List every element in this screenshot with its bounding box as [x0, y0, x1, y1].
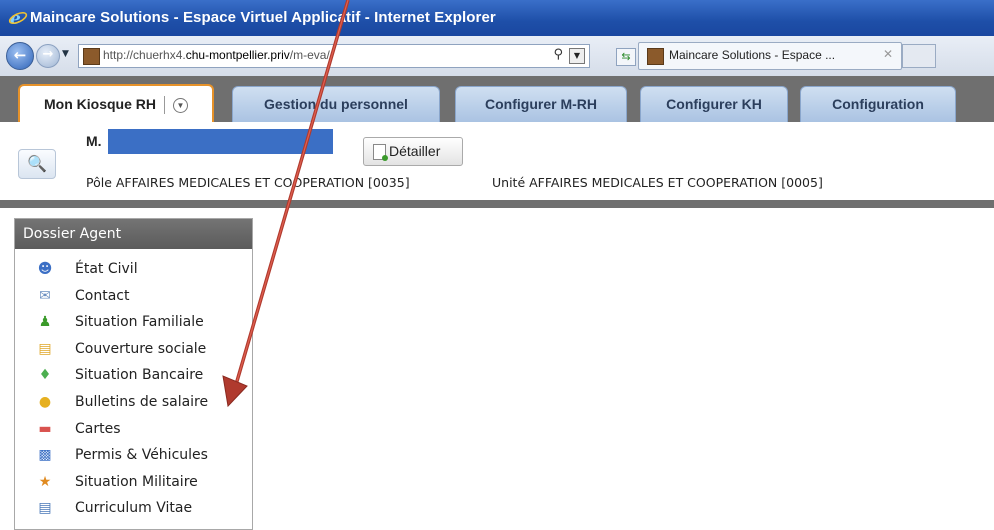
browser-address-bar: ← → ▼ http://chuerhx4.chu-montpellier.pr… [0, 36, 994, 77]
tab-favicon-icon [647, 48, 664, 65]
chevron-down-icon[interactable]: ▼ [173, 97, 188, 113]
url-dropdown-icon[interactable]: ▼ [569, 48, 585, 64]
sidebar-item-situation-familiale[interactable]: ♟ Situation Familiale [15, 310, 252, 337]
dossier-menu: ☻ État Civil ✉ Contact ♟ Situation Familial… [15, 249, 252, 523]
sidebar-item-label: Couverture sociale [75, 340, 207, 357]
window-title-bar: e Maincare Solutions - Espace Virtuel Ap… [0, 0, 994, 36]
card-icon: ▬ [38, 420, 52, 437]
details-button[interactable]: Détailler [363, 137, 463, 166]
sidebar-item-curriculum-vitae[interactable]: ▤ Curriculum Vitae [15, 496, 252, 523]
tab-label: Configuration [832, 96, 924, 112]
sidebar-item-label: Contact [75, 287, 130, 304]
sidebar-item-contact[interactable]: ✉ Contact [15, 284, 252, 311]
sidebar-item-cartes[interactable]: ▬ Cartes [15, 417, 252, 444]
sidebar-item-label: Situation Familiale [75, 314, 204, 331]
sidebar-item-label: Situation Bancaire [75, 367, 204, 384]
pole-label: Pôle AFFAIRES MEDICALES ET COOPERATION [… [86, 175, 410, 190]
magnifier-icon: 🔍 [27, 154, 47, 173]
sidebar-item-label: Situation Militaire [75, 473, 198, 490]
coins-icon: ● [38, 393, 52, 410]
search-agent-button[interactable]: 🔍 [18, 149, 56, 179]
sidebar-item-label: Bulletins de salaire [75, 393, 209, 410]
envelope-icon: ✉ [39, 287, 51, 304]
url-host: chu-montpellier.priv [185, 48, 290, 62]
sidebar-item-bulletins-de-salaire[interactable]: ● Bulletins de salaire [15, 390, 252, 417]
tab-label: Configurer KH [666, 96, 762, 112]
tab-label: Configurer M-RH [485, 96, 597, 112]
panel-title: Dossier Agent [15, 219, 252, 249]
url-prefix: http://chuerhx4. [103, 48, 186, 62]
details-button-label: Détailler [389, 143, 441, 159]
unite-label: Unité AFFAIRES MEDICALES ET COOPERATION … [492, 175, 823, 190]
close-tab-icon[interactable]: ✕ [883, 47, 893, 61]
url-text: http://chuerhx4.chu-montpellier.priv/m-e… [103, 48, 330, 62]
sidebar-item-situation-bancaire[interactable]: ♦ Situation Bancaire [15, 363, 252, 390]
tab-configurer-kh[interactable]: Configurer KH [640, 86, 788, 123]
forward-arrow-icon: → [42, 47, 54, 62]
banknote-icon: ♦ [38, 367, 52, 384]
family-icon: ♟ [38, 314, 52, 331]
browser-tab[interactable]: Maincare Solutions - Espace ... ✕ [638, 42, 902, 70]
car-icon: ▩ [38, 447, 52, 464]
sidebar-item-couverture-sociale[interactable]: ▤ Couverture sociale [15, 337, 252, 364]
forward-button[interactable]: → [36, 44, 60, 68]
medal-icon: ★ [38, 473, 52, 490]
document-add-icon [373, 144, 388, 161]
tab-divider [164, 96, 165, 115]
sidebar-item-situation-militaire[interactable]: ★ Situation Militaire [15, 470, 252, 497]
document-icon: ▤ [38, 500, 52, 517]
redaction-box [108, 129, 333, 154]
sidebar-item-label: État Civil [75, 261, 138, 277]
sidebar-item-label: Permis & Véhicules [75, 447, 208, 464]
agent-name: M. [86, 133, 102, 149]
new-tab-button[interactable] [902, 44, 936, 68]
history-dropdown-icon[interactable]: ▼ [62, 49, 69, 59]
search-icon[interactable]: ⚲ [553, 47, 563, 62]
back-arrow-icon: ← [13, 46, 27, 64]
tab-label: Mon Kiosque RH [44, 96, 156, 112]
window-title: Maincare Solutions - Espace Virtuel Appl… [30, 9, 496, 26]
agent-header: 🔍 M. Détailler Pôle AFFAIRES MEDICALES E… [0, 122, 994, 208]
back-button[interactable]: ← [6, 42, 34, 70]
tab-gestion-du-personnel[interactable]: Gestion du personnel [232, 86, 440, 123]
sidebar-item-label: Cartes [75, 420, 121, 437]
url-path: /m-eva/ [289, 48, 330, 62]
tab-configuration[interactable]: Configuration [800, 86, 956, 123]
tab-mon-kiosque-rh[interactable]: Mon Kiosque RH ▼ [18, 84, 214, 126]
folder-icon: ▤ [38, 340, 52, 357]
tab-configurer-m-rh[interactable]: Configurer M-RH [455, 86, 627, 123]
tab-label: Gestion du personnel [264, 96, 408, 112]
dossier-agent-panel: Dossier Agent ☻ État Civil ✉ Contact ♟ Situ… [14, 218, 253, 530]
sidebar-item-permis-vehicules[interactable]: ▩ Permis & Véhicules [15, 443, 252, 470]
sidebar-item-etat-civil[interactable]: ☻ État Civil [15, 257, 252, 284]
sidebar-item-label: Curriculum Vitae [75, 500, 193, 517]
site-favicon-icon [83, 48, 100, 65]
ie-logo-icon: e [8, 9, 28, 28]
refresh-icon[interactable]: ⇆ [616, 48, 636, 66]
person-icon: ☻ [37, 261, 53, 277]
browser-tab-label: Maincare Solutions - Espace ... [669, 48, 836, 62]
url-input[interactable]: http://chuerhx4.chu-montpellier.priv/m-e… [78, 44, 590, 68]
